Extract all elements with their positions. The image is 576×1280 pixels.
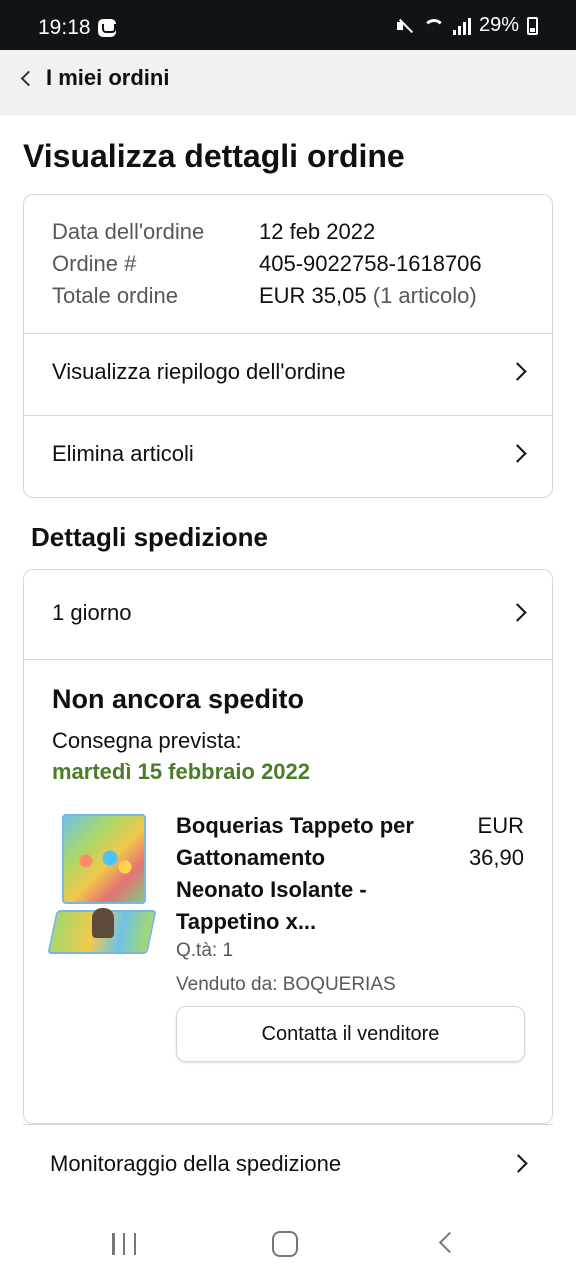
product-image[interactable] xyxy=(47,810,157,958)
delivery-date: martedì 15 febbraio 2022 xyxy=(52,759,311,784)
battery-percent: 29% xyxy=(478,14,519,36)
delete-items-label: Elimina articoli xyxy=(52,441,194,466)
status-indicators: 29% xyxy=(395,14,538,37)
view-order-summary-label: Visualizza riepilogo dell'ordine xyxy=(52,359,346,384)
order-total-label: Totale ordine xyxy=(52,283,178,308)
product-image-baby xyxy=(92,908,114,938)
product-image-mat-top xyxy=(62,814,146,904)
app-notification-icon xyxy=(98,19,116,37)
chevron-right-icon xyxy=(508,444,527,463)
back-nav-header[interactable]: I miei ordini xyxy=(0,50,576,115)
signal-icon xyxy=(452,17,471,35)
back-link-my-orders[interactable]: I miei ordini xyxy=(46,65,169,91)
order-date-label: Data dell'ordine xyxy=(52,219,205,244)
order-number-label: Ordine # xyxy=(52,251,137,276)
system-nav-bar xyxy=(0,1200,576,1280)
delivery-label: Consegna prevista: xyxy=(52,728,242,753)
status-time: 19:18 xyxy=(38,16,91,39)
order-date-value: 12 feb 2022 xyxy=(259,219,376,244)
mute-icon xyxy=(395,16,415,36)
order-total-value: EUR 35,05 xyxy=(259,283,367,308)
battery-icon xyxy=(527,16,538,35)
shipping-speed-label: 1 giorno xyxy=(52,600,132,625)
page-title: Visualizza dettagli ordine xyxy=(23,138,405,174)
home-icon[interactable] xyxy=(272,1231,298,1257)
contact-seller-button[interactable]: Contatta il venditore xyxy=(176,1006,525,1062)
order-total-value-wrap: EUR 35,05 (1 articolo) xyxy=(259,283,477,309)
view-order-summary-row[interactable]: Visualizza riepilogo dell'ordine xyxy=(24,334,552,414)
chevron-left-icon[interactable] xyxy=(20,70,37,87)
chevron-right-icon xyxy=(508,362,527,381)
chevron-right-icon xyxy=(508,603,527,622)
order-info-card: Data dell'ordine 12 feb 2022 Ordine # 40… xyxy=(23,194,553,498)
shipment-tracking-row[interactable]: Monitoraggio della spedizione xyxy=(23,1124,553,1200)
product-price-amount: 36,90 xyxy=(468,845,524,870)
shipment-tracking-label: Monitoraggio della spedizione xyxy=(50,1151,342,1176)
order-number-value: 405-9022758-1618706 xyxy=(259,251,482,276)
shipment-card: 1 giorno Non ancora spedito Consegna pre… xyxy=(23,569,553,1124)
product-quantity: Q.tà: 1 xyxy=(176,940,234,961)
shipping-speed-row[interactable]: 1 giorno xyxy=(24,570,552,659)
recent-apps-icon[interactable] xyxy=(112,1233,136,1255)
order-item-count: (1 articolo) xyxy=(372,283,477,308)
status-bar: 19:18 29% xyxy=(0,0,576,50)
product-price-currency: EUR xyxy=(477,813,524,838)
delete-items-row[interactable]: Elimina articoli xyxy=(24,416,552,496)
product-price: EUR 36,90 xyxy=(469,810,524,874)
product-title-link[interactable]: Boquerias Tappeto per Gattonamento Neona… xyxy=(176,810,416,938)
shipment-status: Non ancora spedito xyxy=(52,684,305,714)
divider xyxy=(24,659,552,660)
wifi-icon xyxy=(422,18,445,41)
back-icon[interactable] xyxy=(438,1231,461,1254)
shipping-section-title: Dettagli spedizione xyxy=(31,522,268,552)
product-seller: Venduto da: BOQUERIAS xyxy=(176,974,396,995)
chevron-right-icon xyxy=(509,1154,528,1173)
